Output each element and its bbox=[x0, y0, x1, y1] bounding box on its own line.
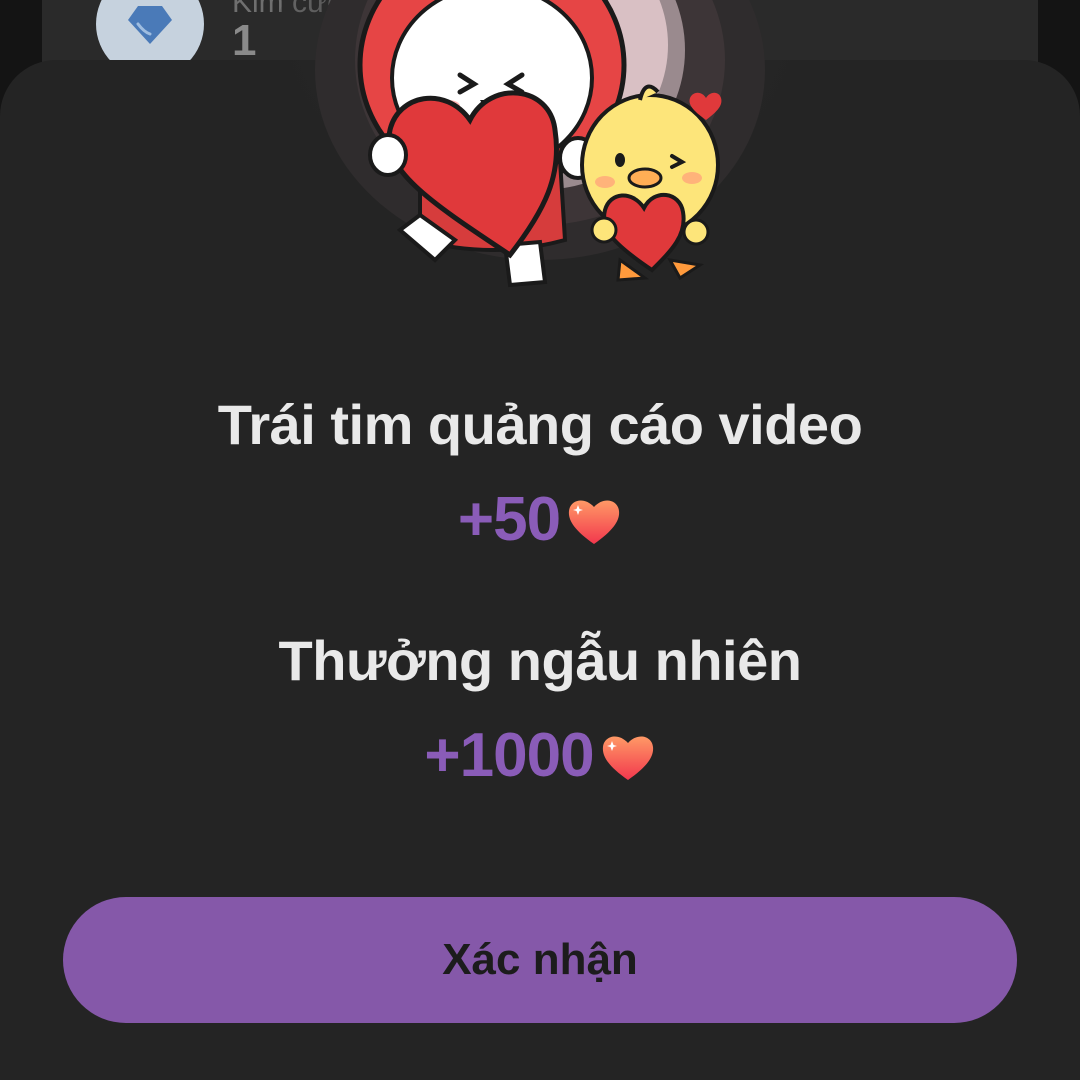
background-row-count: 1 bbox=[232, 16, 257, 65]
reward-title-random-bonus: Thưởng ngẫu nhiên bbox=[278, 629, 802, 692]
reward-amount-random-bonus: +1000 bbox=[424, 721, 594, 790]
bunny-and-chick-illustration bbox=[265, 0, 815, 295]
reward-amount-row-random-bonus: +1000 bbox=[0, 720, 1080, 791]
diamond-icon bbox=[128, 6, 172, 44]
reward-amount-video-ad: +50 bbox=[457, 485, 561, 554]
screen: Kim cương nhận được 1 bbox=[0, 0, 1080, 1080]
reward-title-video-ad: Trái tim quảng cáo video bbox=[217, 393, 863, 456]
confirm-button[interactable]: Xác nhận bbox=[63, 897, 1017, 1023]
heart-icon bbox=[568, 499, 620, 544]
heart-icon bbox=[602, 735, 653, 780]
reward-amount-row-video-ad: +50 bbox=[0, 484, 1080, 555]
